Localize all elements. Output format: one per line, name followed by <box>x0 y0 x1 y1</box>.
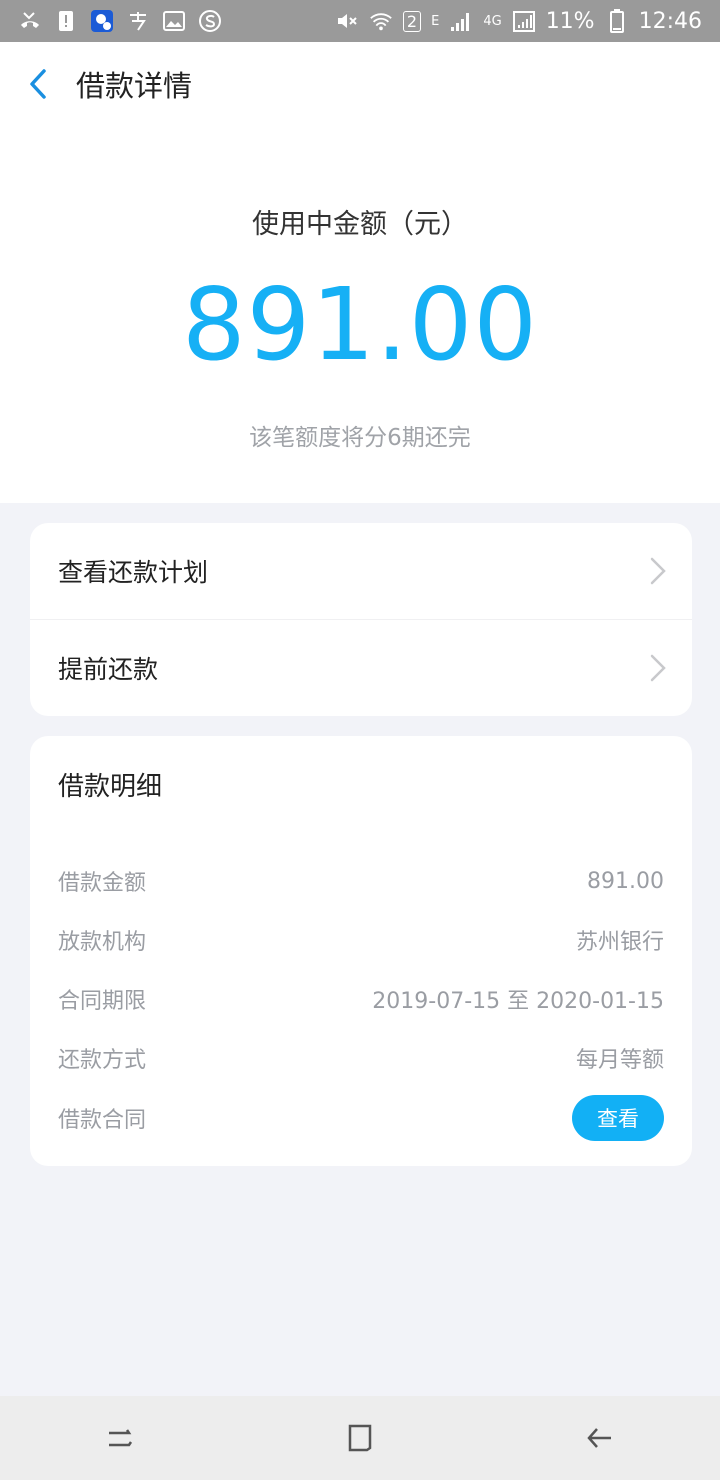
chevron-right-icon <box>650 654 666 682</box>
view-repayment-plan-label: 查看还款计划 <box>58 558 209 587</box>
detail-label: 还款方式 <box>58 1048 147 1073</box>
details-title: 借款明细 <box>58 772 163 802</box>
status-bar: 2 E 4G 11% 12:46 <box>0 0 720 42</box>
recent-apps-icon <box>109 1429 133 1447</box>
amount-value: 891.00 <box>182 266 538 383</box>
recent-apps-button[interactable] <box>90 1408 150 1468</box>
detail-row-contract-term: 合同期限 2019-07-15 至 2020-01-15 <box>58 981 664 1017</box>
prepay-item[interactable]: 提前还款 <box>30 619 692 715</box>
app-badge-icon <box>90 9 114 33</box>
wifi-icon <box>369 9 393 33</box>
status-left-icons <box>18 9 222 33</box>
detail-row-lender: 放款机构 苏州银行 <box>58 922 664 958</box>
back-arrow-icon <box>587 1428 611 1448</box>
back-button[interactable] <box>0 42 76 126</box>
wifi-badge: 2 <box>402 10 422 32</box>
back-nav-button[interactable] <box>570 1408 630 1468</box>
actions-card: 查看还款计划 提前还款 <box>30 523 692 716</box>
app-header: 借款详情 <box>0 42 720 126</box>
prepay-label: 提前还款 <box>58 654 159 684</box>
network-label: 4G <box>483 13 502 29</box>
clock: 12:46 <box>638 8 702 34</box>
view-contract-button[interactable]: 查看 <box>572 1095 664 1141</box>
detail-value: 每月等额 <box>575 1048 664 1073</box>
battery-icon <box>605 9 629 33</box>
loan-details-card: 借款明细 借款金额 891.00 放款机构 苏州银行 合同期限 2019-07-… <box>30 736 692 1166</box>
battery-percent: 11% <box>545 8 595 34</box>
view-repayment-plan-item[interactable]: 查看还款计划 <box>30 523 692 619</box>
detail-value: 苏州银行 <box>575 930 664 955</box>
home-button[interactable] <box>330 1408 390 1468</box>
gallery-icon <box>162 9 186 33</box>
status-right-icons: 2 E 4G 11% 12:46 <box>335 9 702 34</box>
signal-icon <box>449 9 473 33</box>
mute-icon <box>335 9 359 33</box>
missed-call-icon <box>18 9 42 33</box>
detail-value: 891.00 <box>587 868 664 894</box>
detail-label: 合同期限 <box>58 989 147 1014</box>
home-icon <box>348 1424 372 1452</box>
amount-label: 使用中金额（元） <box>252 209 468 240</box>
detail-label: 借款合同 <box>58 1108 147 1133</box>
detail-row-contract: 借款合同 查看 <box>58 1095 664 1141</box>
amount-summary: 使用中金额（元） 891.00 该笔额度将分6期还完 <box>0 126 720 503</box>
detail-label: 放款机构 <box>58 930 147 955</box>
alipay-icon <box>126 9 150 33</box>
system-nav-bar <box>0 1396 720 1480</box>
installment-note: 该笔额度将分6期还完 <box>249 425 471 451</box>
detail-value: 2019-07-15 至 2020-01-15 <box>372 989 664 1014</box>
chevron-left-icon <box>30 69 46 99</box>
edge-label: E <box>431 13 440 29</box>
sogou-icon <box>198 9 222 33</box>
signal-icon-2 <box>512 9 536 33</box>
page-title: 借款详情 <box>76 69 193 103</box>
chevron-right-icon <box>650 557 666 585</box>
alert-icon <box>54 9 78 33</box>
detail-label: 借款金额 <box>58 871 147 896</box>
detail-row-loan-amount: 借款金额 891.00 <box>58 863 664 899</box>
detail-row-repayment-method: 还款方式 每月等额 <box>58 1040 664 1076</box>
